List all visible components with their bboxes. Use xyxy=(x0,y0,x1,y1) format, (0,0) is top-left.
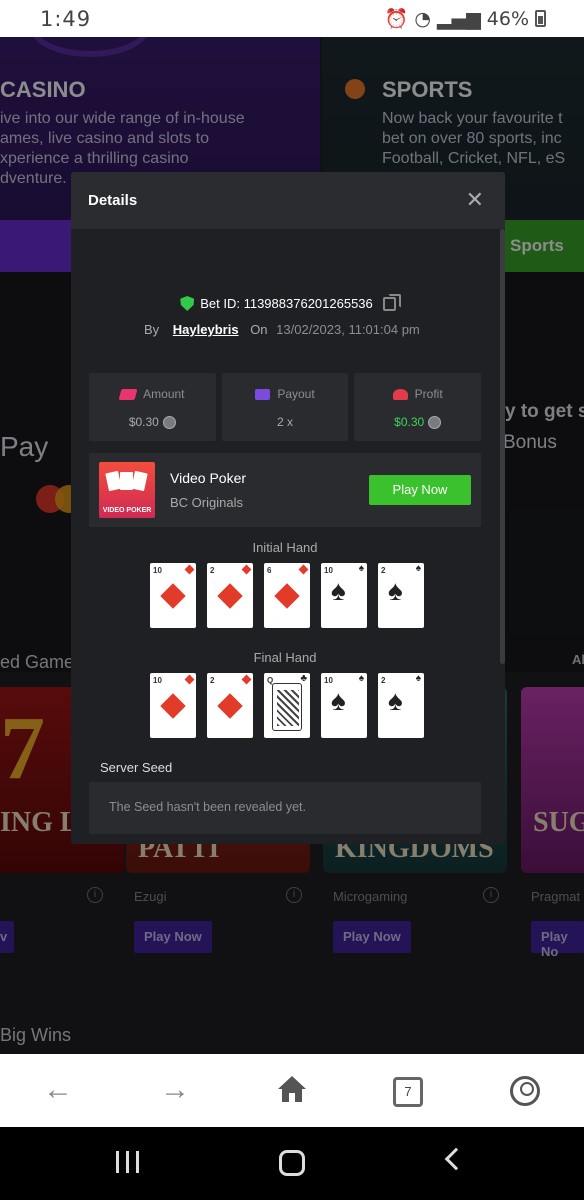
recent-apps-icon[interactable] xyxy=(116,1151,139,1173)
diamond-suit-icon xyxy=(241,674,252,685)
payout-icon xyxy=(255,388,271,400)
stat-amount: Amount $0.30 xyxy=(89,373,216,441)
thumbnail-text: VIDEO POKER xyxy=(102,507,152,514)
verified-shield-icon xyxy=(180,296,195,311)
diamond-suit-icon xyxy=(274,583,300,609)
signal-icon: ▂▄▆ xyxy=(436,7,481,30)
playing-card: Q ♣ xyxy=(264,673,310,738)
close-icon[interactable]: ✕ xyxy=(466,187,484,213)
modal-title: Details xyxy=(88,192,138,209)
initial-hand-label: Initial Hand xyxy=(252,540,318,555)
browser-toolbar: ← → 7 xyxy=(0,1054,584,1127)
wifi-icon: ◔ xyxy=(414,7,431,30)
diamond-suit-icon xyxy=(160,693,186,719)
coin-icon xyxy=(162,415,176,429)
bet-id: Bet ID: 113988376201265536 xyxy=(200,296,373,311)
system-nav-bar xyxy=(0,1127,584,1200)
playing-card: 10 xyxy=(150,563,196,628)
bet-stats: Amount $0.30 Payout 2 x Profit $0.30 xyxy=(89,373,482,441)
status-bar: 1:49 ⏰ ◔ ▂▄▆ 46% xyxy=(0,0,584,37)
stat-label: Amount xyxy=(143,387,185,401)
playing-card: 2 xyxy=(207,673,253,738)
playing-card: 6 xyxy=(264,563,310,628)
playing-card: 10 xyxy=(150,673,196,738)
diamond-suit-icon xyxy=(160,583,186,609)
bet-author-row: By Hayleybris On 13/02/2023, 11:01:04 pm xyxy=(144,322,420,337)
home-icon[interactable] xyxy=(277,1074,307,1104)
back-arrow-icon[interactable]: ← xyxy=(38,1072,78,1108)
diamond-suit-icon xyxy=(217,693,243,719)
spade-suit-icon: ♠ xyxy=(331,685,346,716)
card-rank: 2 xyxy=(381,676,386,685)
diamond-suit-icon xyxy=(217,583,243,609)
card-graphic xyxy=(131,470,148,492)
status-time: 1:49 xyxy=(40,7,92,31)
playing-card: 2 ♠ ♠ xyxy=(378,563,424,628)
stat-label: Payout xyxy=(277,387,315,401)
playing-card: 10 ♠ ♠ xyxy=(321,563,367,628)
card-rank: 10 xyxy=(324,676,333,685)
spade-suit-icon: ♠ xyxy=(358,673,364,684)
initial-hand: 10 2 6 10 ♠ ♠ 2 ♠ ♠ xyxy=(150,563,424,628)
spade-suit-icon: ♠ xyxy=(415,563,421,574)
playing-card: 2 ♠ ♠ xyxy=(378,673,424,738)
stat-profit: Profit $0.30 xyxy=(354,373,482,441)
server-seed-label: Server Seed xyxy=(100,760,173,775)
card-rank: 2 xyxy=(210,676,215,685)
forward-arrow-icon[interactable]: → xyxy=(155,1072,195,1108)
spade-suit-icon: ♠ xyxy=(358,563,364,574)
user-link[interactable]: Hayleybris xyxy=(173,322,239,337)
game-name: Video Poker xyxy=(170,470,247,486)
battery-icon xyxy=(535,10,546,27)
card-rank: 10 xyxy=(153,676,162,685)
on-label: On xyxy=(250,322,268,337)
stat-value: 2 x xyxy=(277,415,294,429)
playing-card: 2 xyxy=(207,563,253,628)
card-rank: 6 xyxy=(267,566,272,575)
card-rank: 10 xyxy=(324,566,333,575)
game-provider: BC Originals xyxy=(170,495,243,510)
modal-scrollbar[interactable] xyxy=(500,229,505,664)
diamond-suit-icon xyxy=(184,564,195,575)
system-back-icon[interactable] xyxy=(444,1147,468,1171)
club-suit-icon: ♣ xyxy=(300,673,307,684)
card-rank: 2 xyxy=(381,566,386,575)
final-hand-label: Final Hand xyxy=(253,650,317,665)
spade-suit-icon: ♠ xyxy=(388,575,403,606)
game-row: VIDEO POKER Video Poker BC Originals Pla… xyxy=(89,453,481,527)
stat-value: $0.30 xyxy=(128,415,159,429)
profit-icon xyxy=(392,388,408,400)
queen-figure-icon xyxy=(272,683,302,731)
spade-suit-icon: ♠ xyxy=(331,575,346,606)
stat-payout: Payout 2 x xyxy=(221,373,349,441)
profile-icon[interactable] xyxy=(510,1076,540,1106)
status-icons: ⏰ ◔ ▂▄▆ 46% xyxy=(385,7,546,30)
card-rank: 10 xyxy=(153,566,162,575)
stat-label: Profit xyxy=(414,387,443,401)
amount-icon xyxy=(118,388,138,400)
modal-header: Details ✕ xyxy=(71,172,505,229)
coin-icon xyxy=(428,415,442,429)
diamond-suit-icon xyxy=(241,564,252,575)
play-now-button[interactable]: Play Now xyxy=(369,475,471,505)
final-hand: 10 2 Q ♣ 10 ♠ ♠ 2 ♠ ♠ xyxy=(150,673,424,738)
diamond-suit-icon xyxy=(298,564,309,575)
video-poker-thumbnail[interactable]: VIDEO POKER xyxy=(99,462,155,518)
card-rank: 2 xyxy=(210,566,215,575)
spade-suit-icon: ♠ xyxy=(415,673,421,684)
copy-icon[interactable] xyxy=(382,293,401,311)
spade-suit-icon: ♠ xyxy=(388,685,403,716)
tabs-icon[interactable]: 7 xyxy=(393,1077,423,1107)
system-home-icon[interactable] xyxy=(279,1150,305,1176)
by-label: By xyxy=(144,322,160,337)
diamond-suit-icon xyxy=(184,674,195,685)
playing-card: 10 ♠ ♠ xyxy=(321,673,367,738)
bet-details-modal: Details ✕ Bet ID: 113988376201265536 By … xyxy=(71,172,505,844)
alarm-icon: ⏰ xyxy=(384,8,409,30)
bet-id-row: Bet ID: 113988376201265536 xyxy=(71,293,505,311)
bet-date: 13/02/2023, 11:01:04 pm xyxy=(276,322,420,337)
server-seed-value: The Seed hasn't been revealed yet. xyxy=(89,782,481,834)
stat-value: $0.30 xyxy=(394,415,425,429)
battery-percent: 46% xyxy=(486,7,529,30)
